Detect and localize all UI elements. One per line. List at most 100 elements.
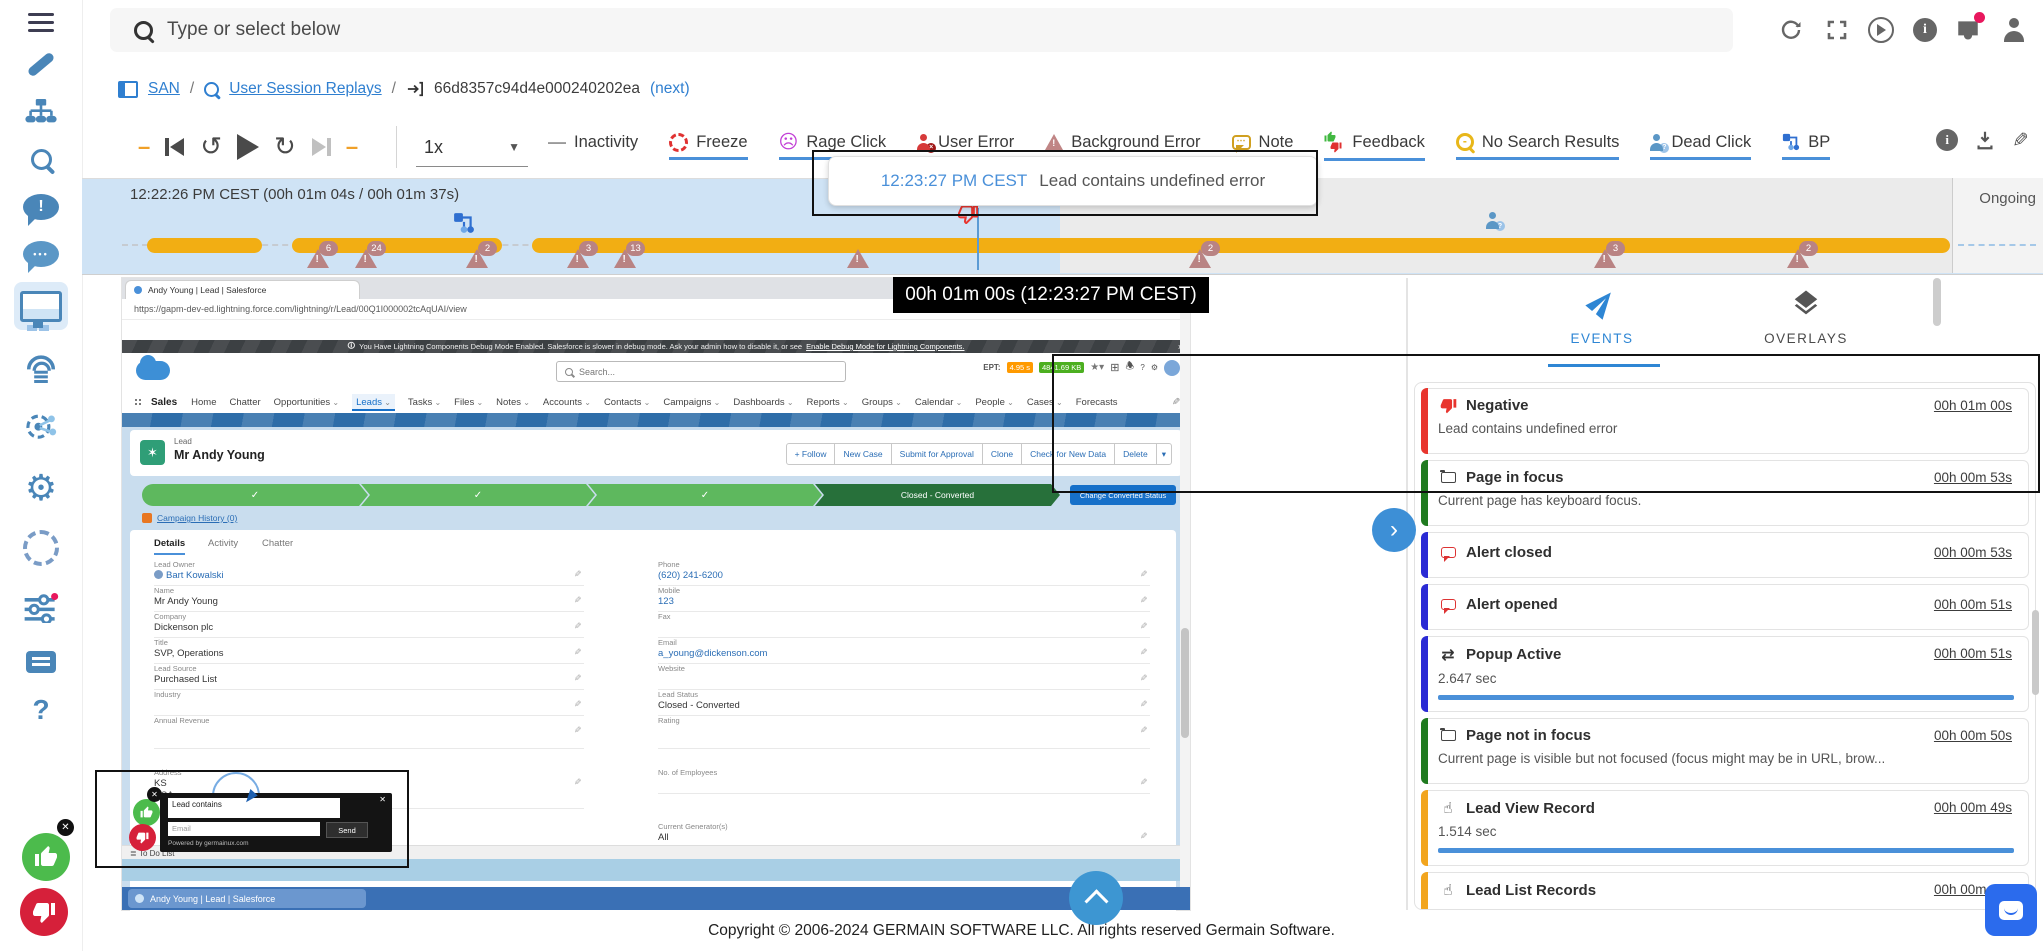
info-icon[interactable]: i <box>1936 129 1958 151</box>
chat-launcher-button[interactable] <box>1985 884 2037 936</box>
expand-panel-button[interactable]: › <box>1372 508 1416 552</box>
legend-no-search-results[interactable]: -No Search Results <box>1456 133 1620 160</box>
event-page-not-in-focus[interactable]: Page not in focus 00h 00m 50s Current pa… <box>1421 718 2029 784</box>
bp-marker-icon[interactable] <box>452 212 476 234</box>
scrollbar-thumb[interactable] <box>2032 610 2039 695</box>
skip-to-end-icon[interactable] <box>311 138 331 156</box>
nav-home[interactable]: Home <box>191 397 216 408</box>
nav-files[interactable]: Files <box>454 397 483 408</box>
event-page-in-focus[interactable]: Page in focus 00h 00m 53s Current page h… <box>1421 460 2029 526</box>
edit-field-icon[interactable]: ✎ <box>574 621 582 632</box>
legend-bp[interactable]: BP <box>1782 133 1830 160</box>
chat-icon[interactable]: ••• <box>0 232 82 276</box>
share-network-icon[interactable] <box>0 406 82 450</box>
path-stage-done[interactable]: ✓ <box>361 484 595 506</box>
nav-calendar[interactable]: Calendar <box>915 397 963 408</box>
event-time-link[interactable]: 00h 01m 00s <box>1934 398 2012 413</box>
follow-button[interactable]: + Follow <box>786 443 836 465</box>
error-marker[interactable]: 6 <box>307 249 329 269</box>
info-icon[interactable]: i <box>1910 15 1940 45</box>
nav-chatter[interactable]: Chatter <box>229 397 260 408</box>
edit-field-icon[interactable]: ✎ <box>1140 831 1148 842</box>
help-icon[interactable]: ? <box>1140 363 1144 372</box>
event-time-link[interactable]: 00h 00m 53s <box>1934 470 2012 485</box>
nav-contacts[interactable]: Contacts <box>604 397 650 408</box>
event-time-link[interactable]: 00h 00m 53s <box>1934 545 2012 560</box>
monitoring-icon[interactable] <box>0 284 82 328</box>
add-icon[interactable]: ⊞ <box>1110 361 1119 374</box>
feedback-email-input[interactable]: Email <box>168 822 320 836</box>
delete-button[interactable]: Delete <box>1114 443 1157 465</box>
scrollbar-thumb[interactable] <box>1181 628 1189 738</box>
tab-details[interactable]: Details <box>154 538 185 555</box>
tab-overlays[interactable]: OVERLAYS <box>1740 288 1872 346</box>
check-new-data-button[interactable]: Check for New Data <box>1021 443 1115 465</box>
help-icon[interactable]: ? <box>0 688 82 732</box>
edit-field-icon[interactable]: ✎ <box>574 725 582 736</box>
new-case-button[interactable]: New Case <box>834 443 891 465</box>
edit-field-icon[interactable]: ✎ <box>574 569 582 580</box>
error-marker[interactable]: 2 <box>466 249 488 269</box>
bell-icon[interactable]: 🕭 <box>1125 359 1134 376</box>
event-time-link[interactable]: 00h 00m 49s <box>1934 800 2012 815</box>
avatar[interactable] <box>1164 360 1180 376</box>
edit-field-icon[interactable]: ✎ <box>574 699 582 710</box>
edit-pen-icon[interactable] <box>0 42 82 86</box>
edit-field-icon[interactable]: ✎ <box>1140 647 1148 658</box>
broadcast-icon[interactable] <box>0 346 82 390</box>
negative-marker-icon[interactable] <box>958 204 978 224</box>
settings-gear-icon[interactable]: ⚙ <box>0 466 82 510</box>
thumbs-down-button[interactable] <box>20 888 68 936</box>
forward-icon[interactable]: ↻ <box>274 134 296 160</box>
nav-opportunities[interactable]: Opportunities <box>274 397 339 408</box>
send-button[interactable]: Send <box>326 822 368 838</box>
breadcrumb-app-link[interactable]: SAN <box>148 80 180 98</box>
salesforce-search-input[interactable]: Search... <box>556 361 846 382</box>
nav-campaigns[interactable]: Campaigns <box>663 397 720 408</box>
docs-book-icon[interactable] <box>0 640 82 684</box>
error-marker[interactable]: 2 <box>1189 249 1211 269</box>
tab-chatter[interactable]: Chatter <box>262 538 293 549</box>
owner-link[interactable]: Bart Kowalski <box>166 570 224 581</box>
global-search-input[interactable]: Type or select below <box>110 8 1733 52</box>
tab-activity[interactable]: Activity <box>208 538 238 549</box>
nav-accounts[interactable]: Accounts <box>543 397 591 408</box>
waffle-icon[interactable] <box>134 398 143 407</box>
sliders-icon[interactable] <box>0 586 82 630</box>
edit-field-icon[interactable]: ✎ <box>1140 699 1148 710</box>
error-marker[interactable]: 13 <box>614 249 636 269</box>
scroll-to-top-button[interactable] <box>1069 871 1123 925</box>
error-marker[interactable]: 3 <box>1594 249 1616 269</box>
play-circle-icon[interactable] <box>1866 15 1896 45</box>
event-lead-view-record[interactable]: ☝Lead View Record 00h 00m 49s 1.514 sec <box>1421 790 2029 866</box>
breadcrumb-section-link[interactable]: User Session Replays <box>229 80 381 98</box>
scrollbar-thumb[interactable] <box>1933 278 1941 326</box>
step-forward-small-icon[interactable]: – <box>346 134 358 160</box>
replay-scrollbar[interactable] <box>1180 299 1190 887</box>
nav-dashboards[interactable]: Dashboards <box>733 397 793 408</box>
search-icon[interactable] <box>0 137 82 181</box>
path-stage-current[interactable]: Closed - Converted <box>815 484 1060 506</box>
sitemap-icon[interactable] <box>0 90 82 134</box>
refresh-icon[interactable] <box>1776 15 1806 45</box>
path-stage-done[interactable]: ✓ <box>588 484 822 506</box>
step-back-small-icon[interactable]: – <box>138 134 150 160</box>
event-time-link[interactable]: 00h 00m 51s <box>1934 646 2012 661</box>
clone-button[interactable]: Clone <box>982 443 1022 465</box>
nav-reports[interactable]: Reports <box>807 397 849 408</box>
edit-field-icon[interactable]: ✎ <box>1140 569 1148 580</box>
event-time-link[interactable]: 00h 00m 51s <box>1934 597 2012 612</box>
tab-events[interactable]: EVENTS <box>1540 288 1664 346</box>
nav-leads[interactable]: Leads <box>352 394 395 411</box>
activity-bar[interactable] <box>532 238 1950 253</box>
edit-field-icon[interactable]: ✎ <box>1140 777 1148 788</box>
menu-icon[interactable] <box>0 0 82 44</box>
more-actions-button[interactable]: ▾ <box>1156 443 1172 465</box>
edit-nav-icon[interactable]: ✎ <box>1172 397 1180 408</box>
event-popup-active[interactable]: ⇄Popup Active 00h 00m 51s 2.647 sec <box>1421 636 2029 712</box>
campaign-history-link[interactable]: Campaign History (0) <box>157 513 237 523</box>
change-status-button[interactable]: Change Converted Status <box>1070 485 1176 505</box>
legend-dead-click[interactable]: ?Dead Click <box>1650 133 1751 160</box>
inbox-icon[interactable] <box>1953 15 1983 45</box>
activity-bar[interactable] <box>147 238 262 253</box>
